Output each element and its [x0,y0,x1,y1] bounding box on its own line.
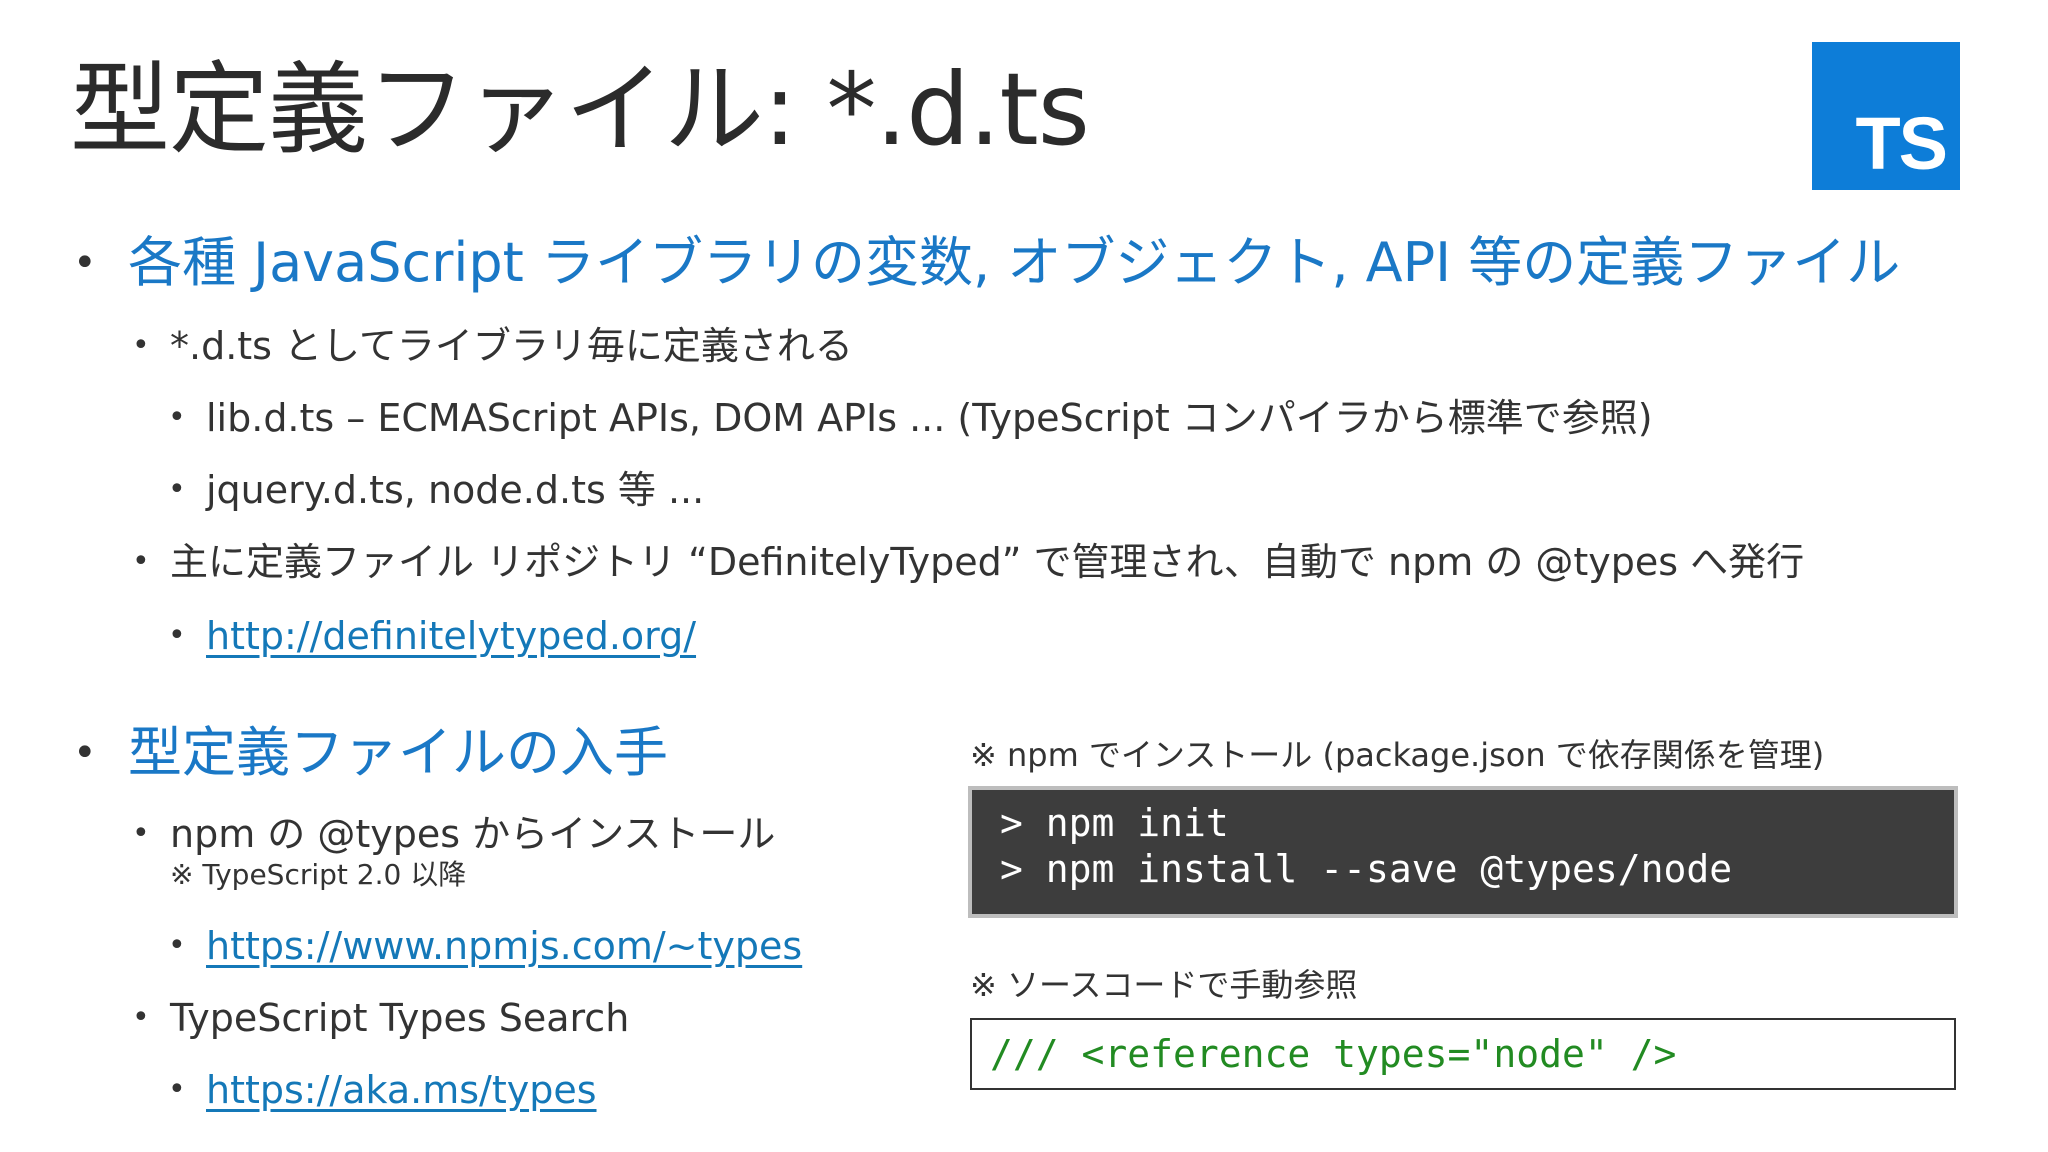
manual-code-line: /// <reference types="node" /> [990,1032,1677,1076]
section2-npm-item-text: npm の @types からインストール [170,812,776,856]
section2-heading-row: • 型定義ファイルの入手 [73,718,668,788]
bullet-icon: • [168,400,186,435]
manual-code-block: /// <reference types="node" /> [970,1018,1956,1090]
section1-item-1: • *.d.ts としてライブラリ毎に定義される [132,318,853,374]
bullet-icon: • [168,472,186,507]
section1-heading-row: • 各種 JavaScript ライブラリの変数, オブジェクト, API 等の… [73,228,1901,298]
npmjs-types-link[interactable]: https://www.npmjs.com/~types [206,924,802,968]
section1-item-4-text: 主に定義ファイル リポジトリ “DefinitelyTyped” で管理され、自… [170,540,1805,584]
section1-item-3: • jquery.d.ts, node.d.ts 等 ... [168,462,705,518]
section2-npm-link-row: • https://www.npmjs.com/~types [168,918,802,974]
bullet-icon: • [73,240,97,286]
slide: 型定義ファイル: *.d.ts TS • 各種 JavaScript ライブラリ… [0,0,2048,1152]
section2-search-item-text: TypeScript Types Search [170,996,630,1040]
definitelytyped-link[interactable]: http://definitelytyped.org/ [206,614,696,658]
bullet-icon: • [132,1000,150,1035]
aka-ms-types-link[interactable]: https://aka.ms/types [206,1068,597,1112]
install-code-line-2: > npm install --save @types/node [1000,847,1733,891]
bullet-icon: • [168,1072,186,1107]
section2-heading: 型定義ファイルの入手 [128,721,668,784]
bullet-icon: • [73,730,97,776]
section1-item-2: • lib.d.ts – ECMAScript APIs, DOM APIs .… [168,390,1653,446]
install-code-line-1: > npm init [1000,801,1229,845]
section1-item-1-text: *.d.ts としてライブラリ毎に定義される [170,324,853,368]
typescript-logo-text: TS [1855,102,1948,185]
section1-item-3-text: jquery.d.ts, node.d.ts 等 ... [206,468,705,512]
section2-search-item: • TypeScript Types Search [132,990,630,1046]
bullet-icon: • [168,928,186,963]
manual-note: ※ ソースコードで手動参照 [970,966,1358,1004]
bullet-icon: • [132,328,150,363]
bullet-icon: • [132,544,150,579]
slide-title: 型定義ファイル: *.d.ts [70,51,1090,168]
install-note: ※ npm でインストール (package.json で依存関係を管理) [970,736,1825,774]
typescript-logo-icon: TS [1812,42,1960,190]
install-code-block: > npm init > npm install --save @types/n… [968,786,1958,918]
section1-item-4: • 主に定義ファイル リポジトリ “DefinitelyTyped” で管理され… [132,534,1805,590]
section1-heading: 各種 JavaScript ライブラリの変数, オブジェクト, API 等の定義… [128,231,1901,294]
bullet-icon: • [132,816,150,851]
section2-npm-item: • npm の @types からインストール [132,806,776,862]
bullet-icon: • [168,618,186,653]
section1-item-5: • http://definitelytyped.org/ [168,608,696,664]
section1-item-2-text: lib.d.ts – ECMAScript APIs, DOM APIs ...… [206,396,1653,440]
section2-search-link-row: • https://aka.ms/types [168,1062,597,1118]
section2-npm-note: ※ TypeScript 2.0 以降 [170,858,467,891]
